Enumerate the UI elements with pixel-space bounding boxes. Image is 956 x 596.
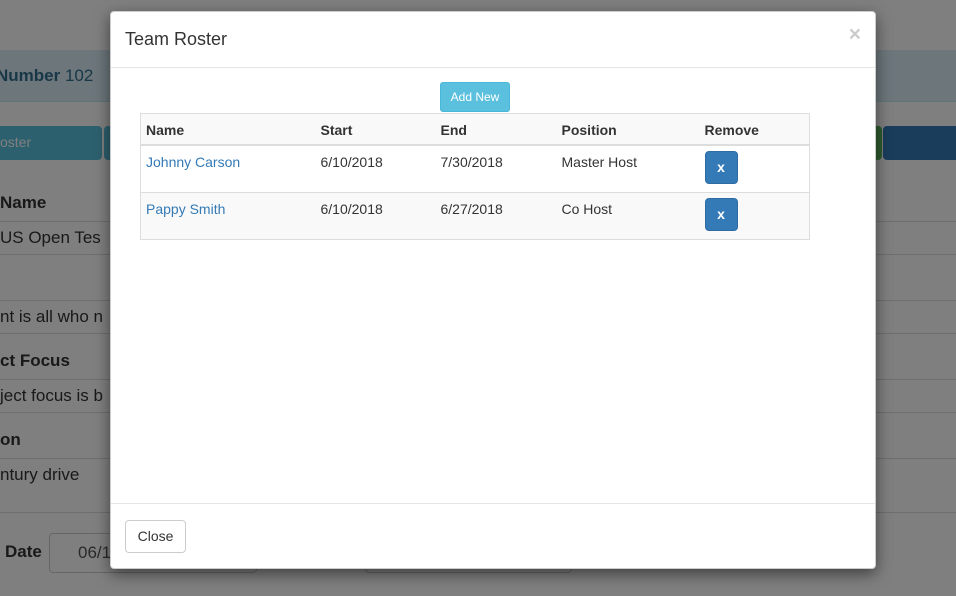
remove-button[interactable]: x xyxy=(704,198,738,231)
close-icon[interactable]: × xyxy=(849,24,861,45)
cell-end: 7/30/2018 xyxy=(435,144,557,193)
column-header-name: Name xyxy=(140,113,316,146)
column-header-remove: Remove xyxy=(699,113,810,146)
modal-footer: Close xyxy=(111,503,875,568)
cell-remove: x xyxy=(699,192,810,240)
cell-start: 6/10/2018 xyxy=(315,192,436,240)
table-row: Johnny Carson 6/10/2018 7/30/2018 Master… xyxy=(140,144,810,193)
modal-title: Team Roster xyxy=(125,29,228,49)
member-name-link[interactable]: Pappy Smith xyxy=(146,201,225,217)
column-header-start: Start xyxy=(315,113,436,146)
cell-position: Master Host xyxy=(556,144,700,193)
cell-name: Pappy Smith xyxy=(140,192,316,240)
cell-end: 6/27/2018 xyxy=(435,192,557,240)
table-header-row: Name Start End Position Remove xyxy=(140,113,810,146)
modal-body: Add New Name Start End Position Remove J… xyxy=(111,68,875,505)
roster-table: Name Start End Position Remove Johnny Ca… xyxy=(140,113,810,240)
modal-header: Team Roster × xyxy=(111,12,875,68)
close-button[interactable]: Close xyxy=(125,520,186,553)
column-header-end: End xyxy=(435,113,557,146)
cell-position: Co Host xyxy=(556,192,700,240)
remove-button[interactable]: x xyxy=(704,151,738,184)
add-new-button[interactable]: Add New xyxy=(440,82,510,112)
table-row: Pappy Smith 6/10/2018 6/27/2018 Co Host … xyxy=(140,192,810,240)
cell-name: Johnny Carson xyxy=(140,144,316,193)
cell-start: 6/10/2018 xyxy=(315,144,436,193)
team-roster-modal: Team Roster × Add New Name Start End Pos… xyxy=(110,11,876,569)
member-name-link[interactable]: Johnny Carson xyxy=(146,154,240,170)
cell-remove: x xyxy=(699,144,810,193)
column-header-position: Position xyxy=(556,113,700,146)
